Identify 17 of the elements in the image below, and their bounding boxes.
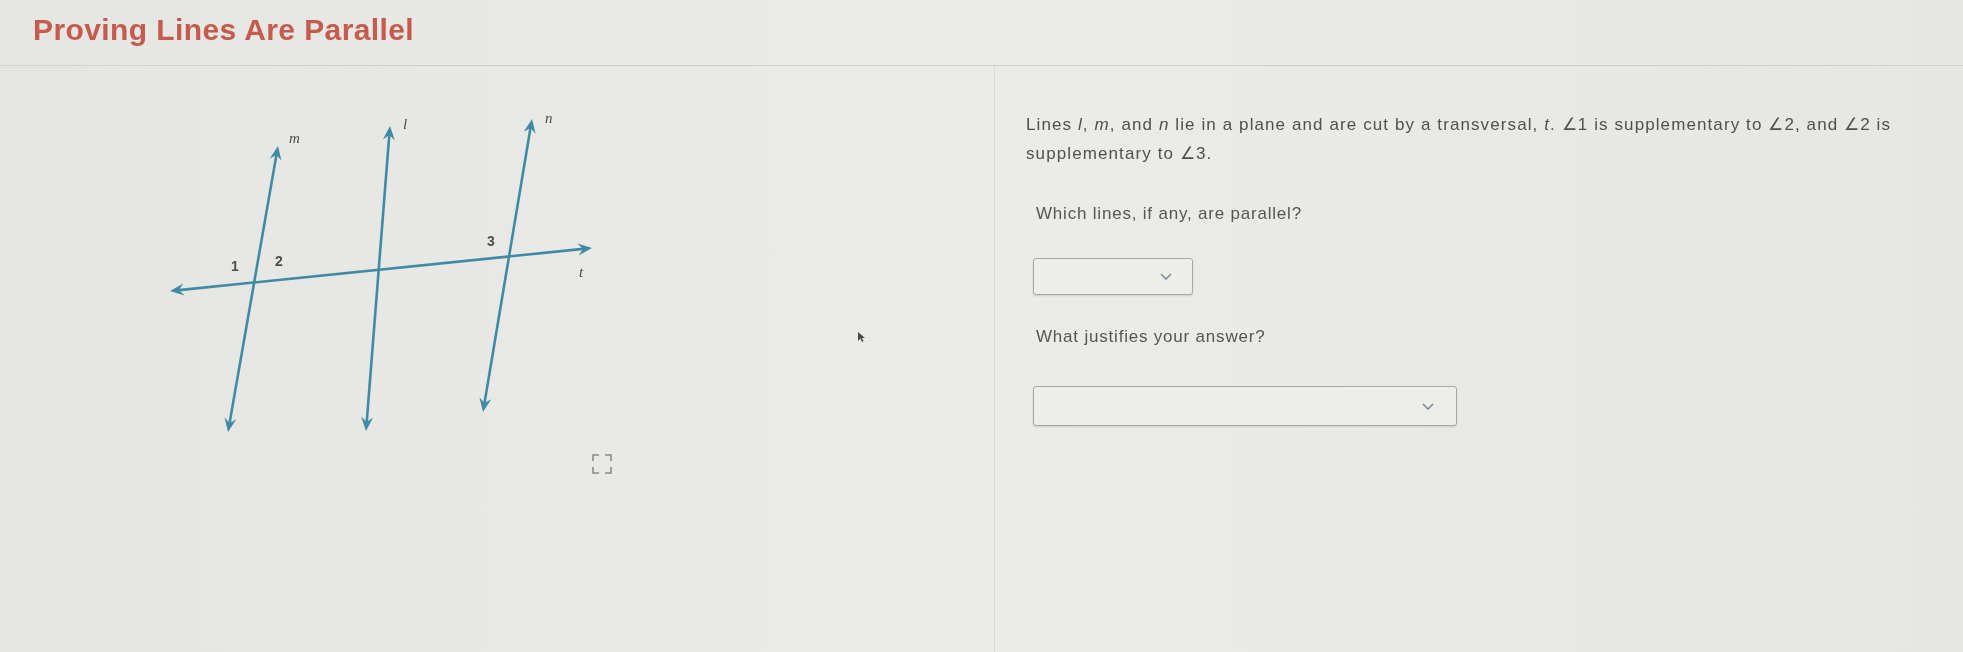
angle-label: 2	[275, 253, 283, 269]
question-prompt: Which lines, if any, are parallel?	[1036, 203, 1302, 225]
cursor-icon	[858, 332, 865, 342]
line-label: m	[289, 130, 300, 146]
page-title: Proving Lines Are Parallel	[33, 13, 415, 47]
expand-icon[interactable]	[592, 454, 612, 474]
question-prompt: What justifies your answer?	[1036, 326, 1266, 348]
answer-dropdown[interactable]	[1033, 386, 1457, 426]
chevron-down-icon	[1160, 273, 1172, 280]
angle-label: 3	[487, 233, 495, 249]
line-label: n	[545, 110, 553, 126]
problem-statement: Lines l, m, and n lie in a plane and are cut by a transversal, t. ∠1 is supplementary to ∠2, and ∠2 is supplementary to ∠3.	[1026, 114, 1893, 165]
line-label: t	[579, 264, 584, 280]
angle-label: 1	[231, 258, 239, 274]
line-label: l	[403, 116, 408, 132]
answer-dropdown[interactable]	[1033, 258, 1193, 295]
chevron-down-icon	[1422, 402, 1434, 410]
